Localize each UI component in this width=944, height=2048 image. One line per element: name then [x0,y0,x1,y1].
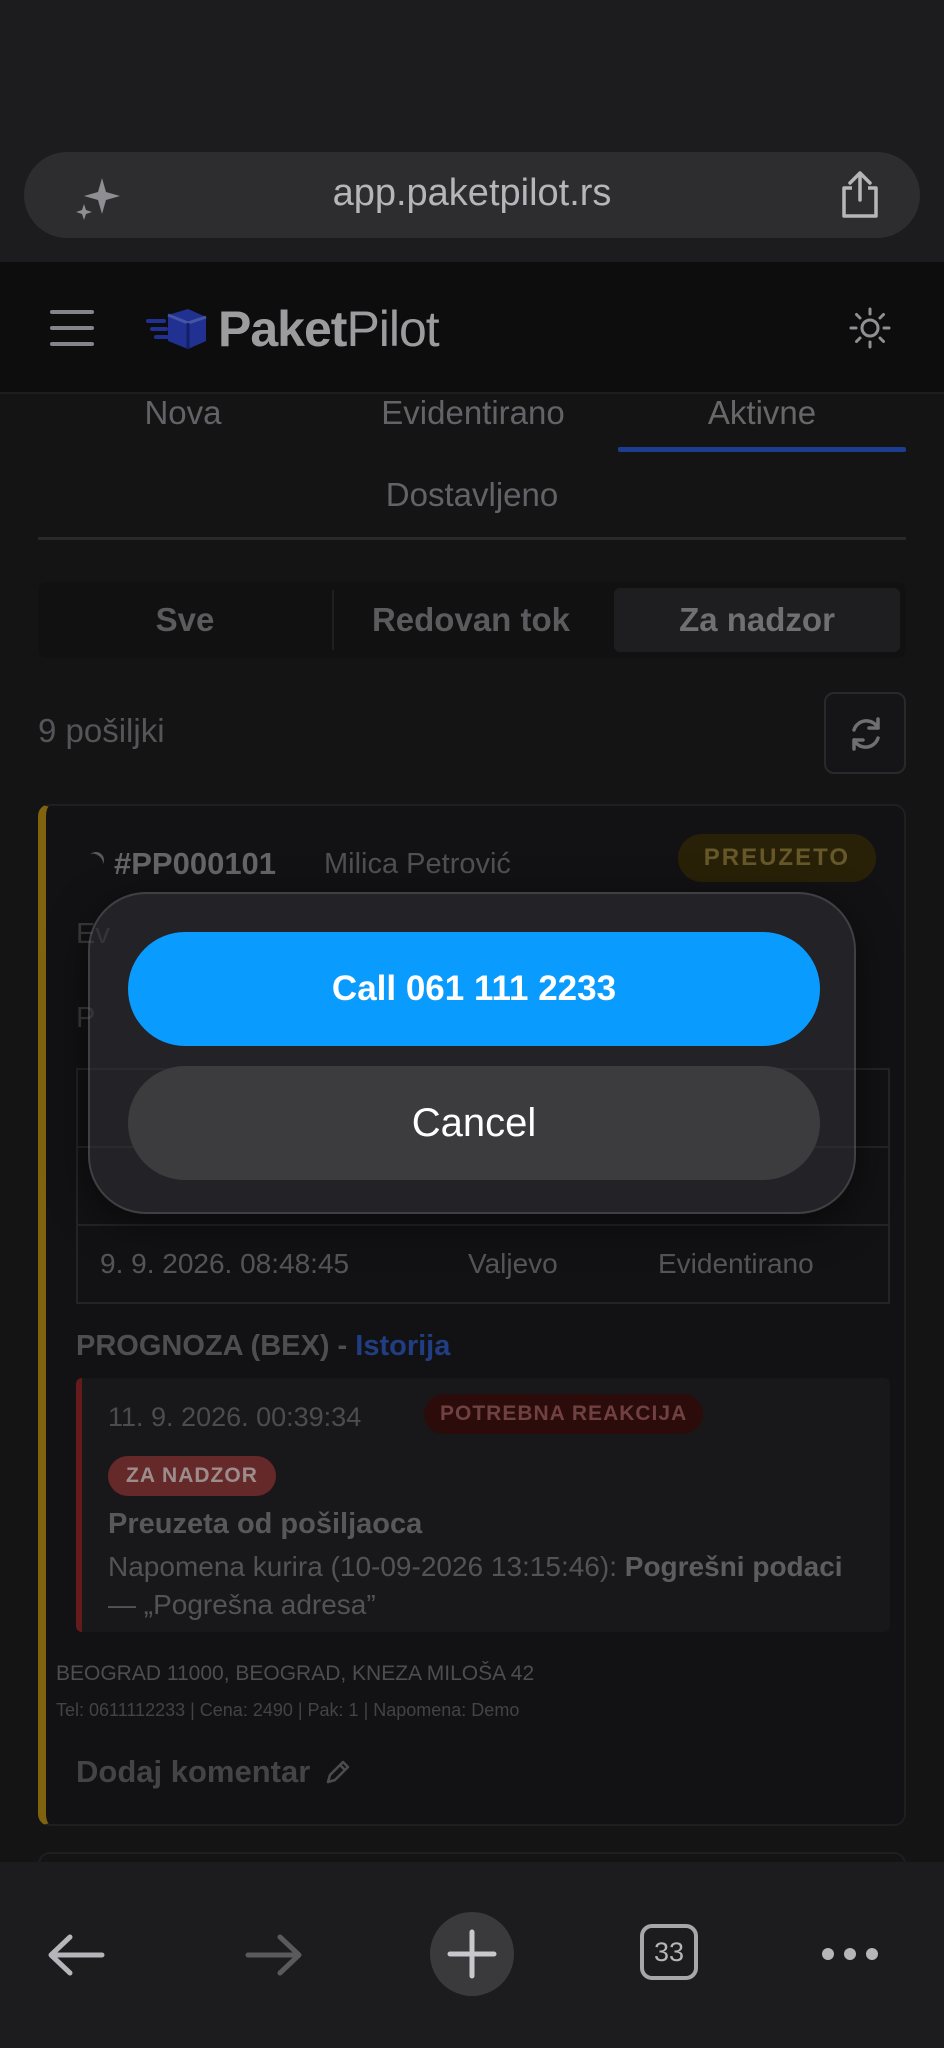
cancel-button[interactable]: Cancel [128,1066,820,1180]
back-arrow-icon[interactable] [46,1932,106,1978]
browser-toolbar: 33 [0,1862,944,2048]
call-action-sheet: Call 061 111 2233 Cancel [88,892,856,1214]
forward-arrow-icon[interactable] [244,1932,304,1978]
browser-address-area: app.paketpilot.rs [0,0,944,262]
call-button[interactable]: Call 061 111 2233 [128,932,820,1046]
new-tab-button[interactable] [430,1912,514,1996]
tabs-count-button[interactable]: 33 [640,1924,698,1980]
more-icon[interactable] [820,1946,880,1962]
address-bar[interactable]: app.paketpilot.rs [24,152,920,238]
share-icon[interactable] [836,170,884,220]
url-text[interactable]: app.paketpilot.rs [24,172,920,215]
plus-icon [447,1929,497,1979]
